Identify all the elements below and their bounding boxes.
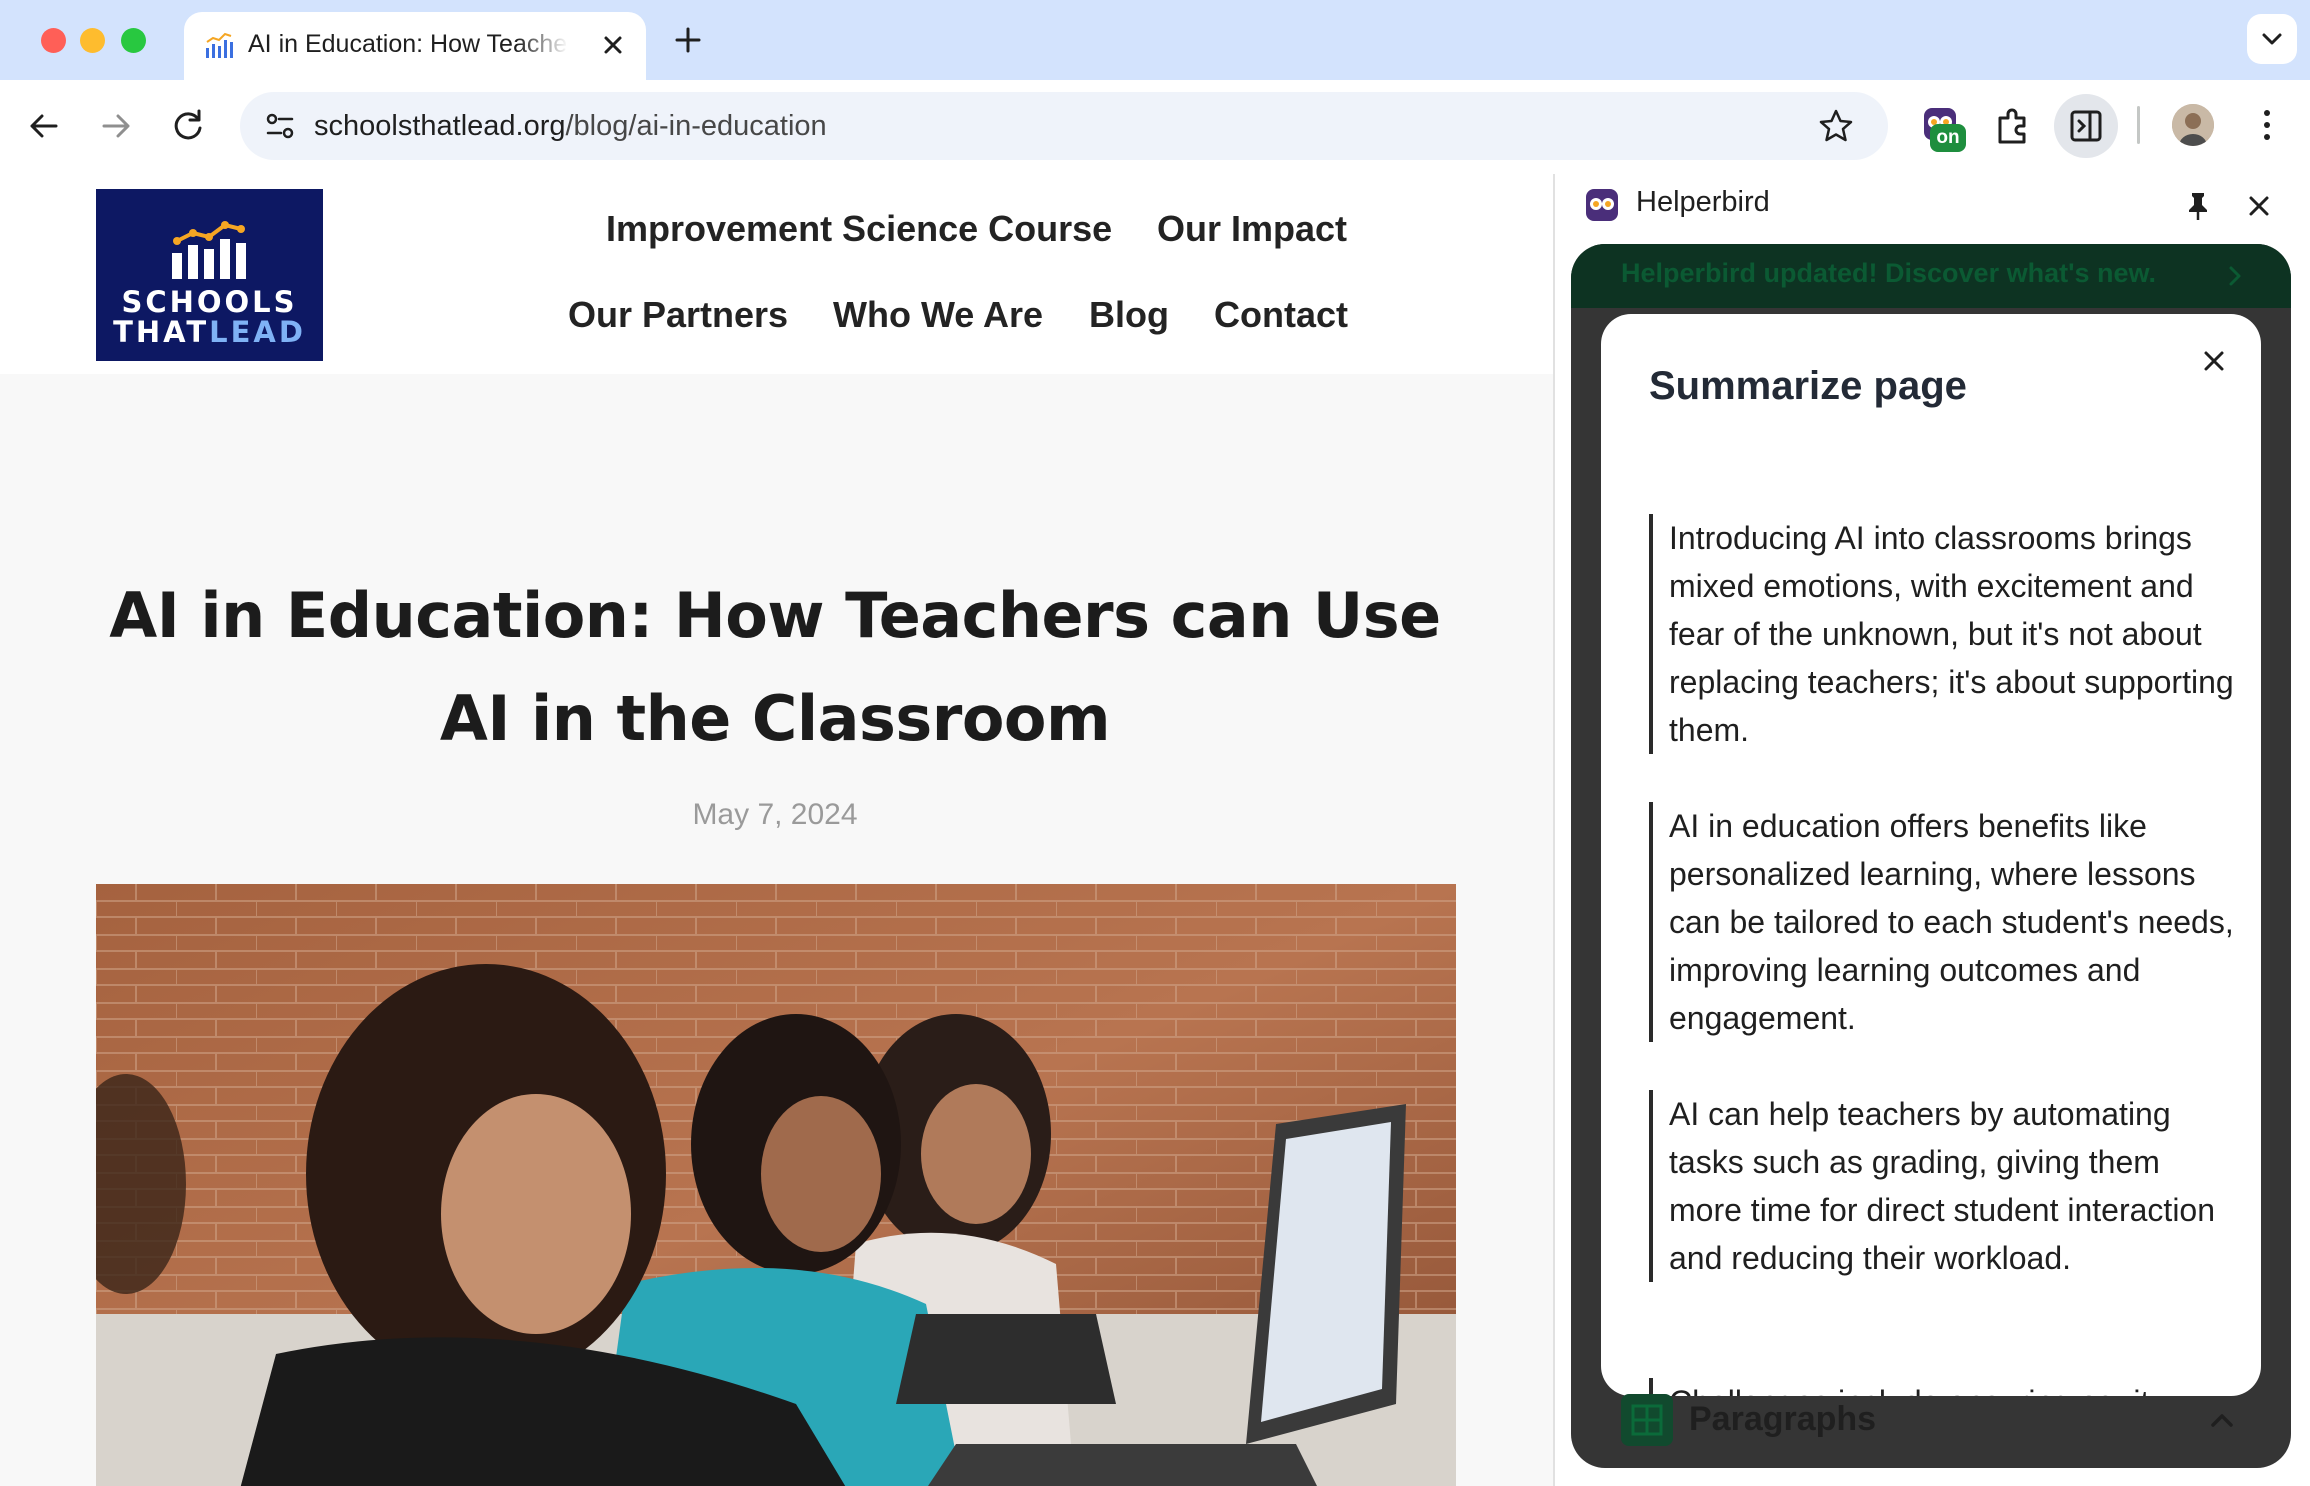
address-bar[interactable]: schoolsthatlead.org/blog/ai-in-education [240,92,1888,160]
paragraphs-grid-icon[interactable] [1621,1394,1673,1446]
nav-who-we-are[interactable]: Who We Are [833,294,1043,336]
active-tab[interactable]: AI in Education: How Teachers can Use AI… [184,12,646,80]
article-date: May 7, 2024 [692,798,858,831]
toolbar-separator [2137,106,2140,144]
article-title: AI in Education: How Teachers can Use AI… [109,579,1441,755]
close-tab-icon[interactable] [598,30,628,60]
helperbird-logo-icon [1586,189,1618,221]
summary-card: Summarize page Introducing AI into class… [1601,314,2261,1396]
nav-blog[interactable]: Blog [1089,294,1169,336]
students-using-laptops-photo [96,884,1456,1486]
site-settings-icon[interactable] [262,108,298,144]
site-logo[interactable]: SCHOOLS THATLEAD [96,189,323,361]
logo-text-schools: SCHOOLS [121,285,298,319]
bookmark-star-icon[interactable] [1816,106,1856,146]
side-panel-title: Helperbird [1636,186,1770,218]
nav-contact[interactable]: Contact [1214,294,1348,336]
summary-heading: Summarize page [1649,364,1967,408]
summary-paragraph: AI can help teachers by automating tasks… [1649,1090,2239,1282]
site-header: SCHOOLS THATLEAD Improvement Science Cou… [0,174,1553,374]
url-path: /blog/ai-in-education [565,110,827,142]
close-summary-icon[interactable] [2199,346,2229,376]
extension-status-badge: on [1930,124,1966,152]
tab-search-button[interactable] [2247,14,2297,64]
nav-our-partners[interactable]: Our Partners [568,294,788,336]
window-close-button[interactable] [41,28,66,53]
pin-icon[interactable] [2183,190,2213,222]
new-tab-icon[interactable] [672,24,704,56]
forward-arrow-icon[interactable] [92,102,140,150]
reload-icon[interactable] [164,102,212,150]
tab-strip: AI in Education: How Teachers can Use AI… [0,0,2310,80]
tab-title: AI in Education: How Teachers can Use AI… [248,30,568,58]
hero-image [96,884,1456,1486]
side-panel-button[interactable] [2054,94,2118,158]
chevron-down-icon [2262,33,2282,45]
chevron-up-icon[interactable] [2207,1406,2237,1436]
logo-text-that: THAT [113,315,210,349]
paragraphs-mode-label[interactable]: Paragraphs [1689,1400,1876,1439]
summary-paragraph: Introducing AI into classrooms brings mi… [1649,514,2239,754]
summary-paragraph: AI in education offers benefits like per… [1649,802,2239,1042]
update-banner-text: Helperbird updated! Discover what's new. [1621,258,2157,288]
url-text[interactable]: schoolsthatlead.org/blog/ai-in-education [314,106,827,146]
close-side-panel-icon[interactable] [2243,190,2275,222]
profile-avatar[interactable] [2172,104,2214,146]
profile-photo-icon [2172,104,2214,146]
chevron-right-icon [2229,266,2241,286]
grid-icon [1631,1404,1663,1436]
helperbird-frame: Helperbird updated! Discover what's new.… [1571,244,2291,1468]
nav-improvement-science-course[interactable]: Improvement Science Course [606,208,1112,250]
summary-paragraph: Challenges include ensuring equity [1649,1378,2239,1396]
logo-text-lead: LEAD [209,315,306,349]
extensions-puzzle-icon[interactable] [1990,102,2038,150]
side-panel-icon [2070,110,2102,142]
update-banner[interactable]: Helperbird updated! Discover what's new. [1571,244,2291,308]
window-minimize-button[interactable] [80,28,105,53]
side-panel: Helperbird Helperbird updated! Discover … [1555,174,2310,1486]
web-page: SCHOOLS THATLEAD Improvement Science Cou… [0,174,1553,1486]
logo-chart-icon [172,221,246,279]
url-domain: schoolsthatlead.org [314,110,566,142]
back-arrow-icon[interactable] [20,102,68,150]
browser-menu-icon[interactable] [2250,104,2284,146]
logo-text-thatlead: THATLEAD [96,315,323,349]
schoolsthatlead-favicon-icon [206,32,233,58]
window-zoom-button[interactable] [121,28,146,53]
nav-our-impact[interactable]: Our Impact [1157,208,1347,250]
